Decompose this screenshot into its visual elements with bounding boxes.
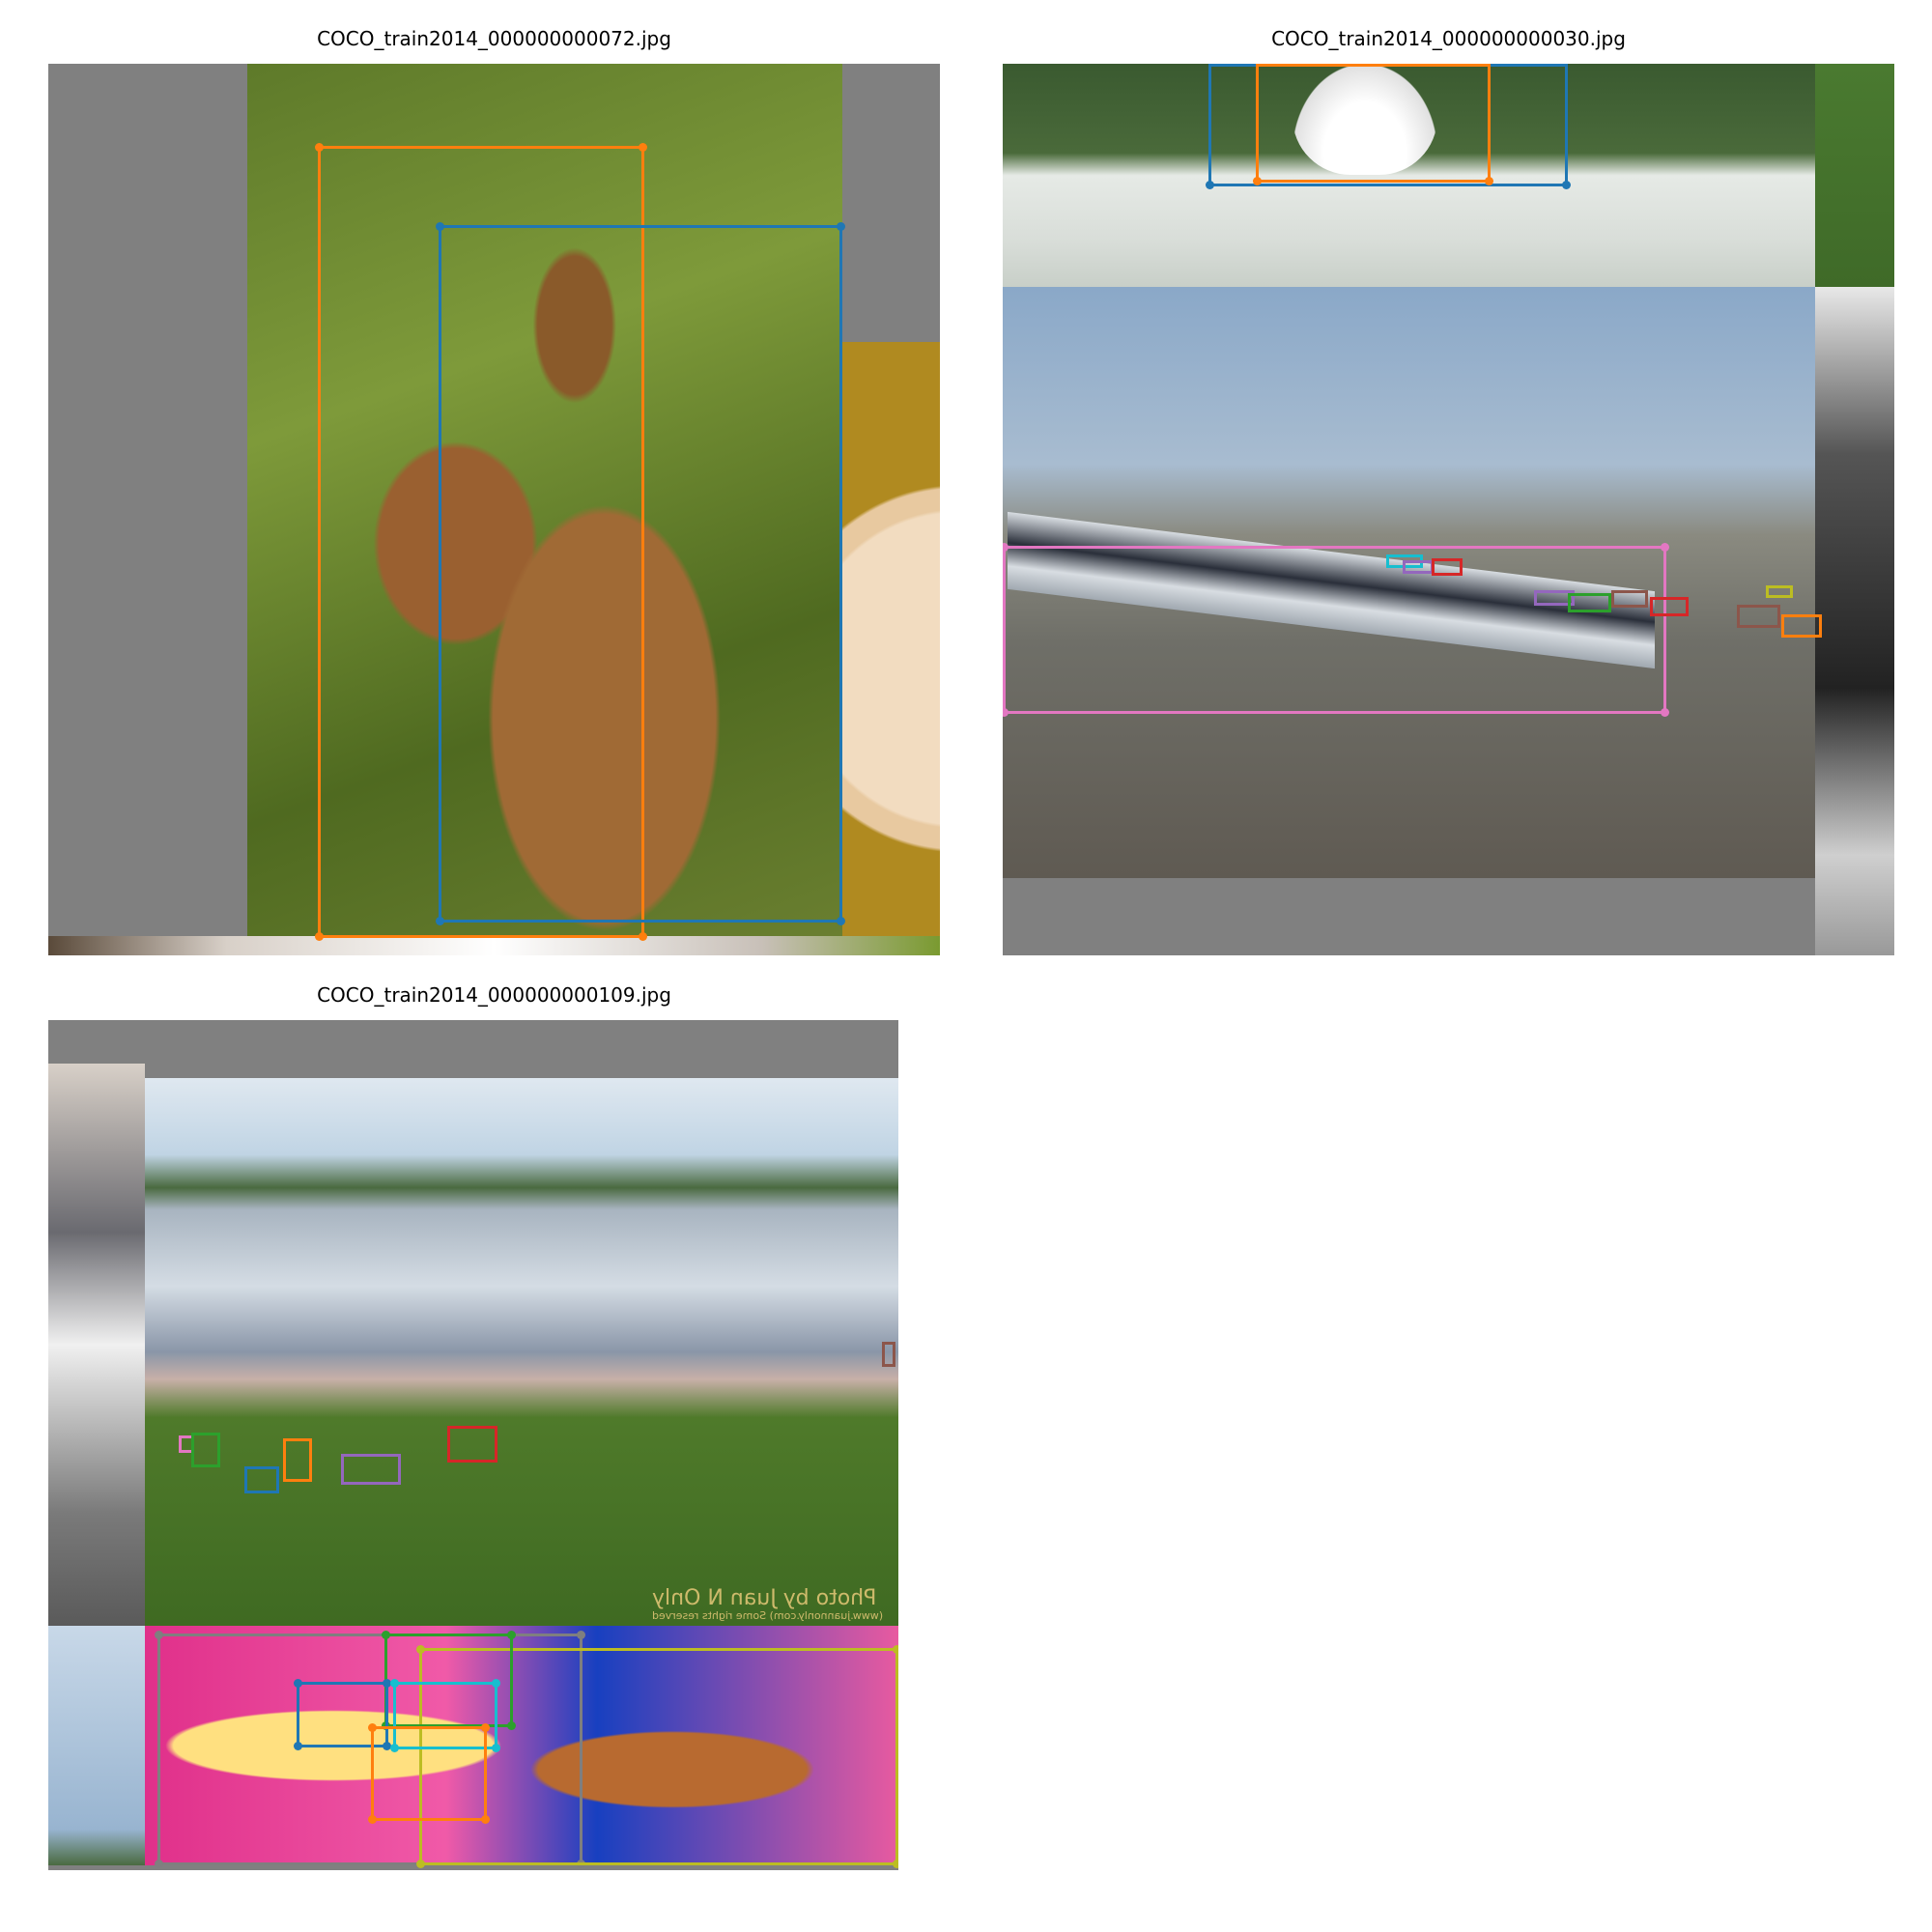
bbox-car-purple-1 <box>1403 560 1434 574</box>
bbox-train-pink <box>1003 543 1669 717</box>
sky-strip <box>48 1626 145 1865</box>
bbox-car-brown-2 <box>1737 605 1780 628</box>
bbox-car-green <box>1568 593 1611 612</box>
bottom-strip <box>48 936 940 955</box>
watermark-line1: Photo by Juan N Only <box>652 1586 877 1610</box>
panel-1-image <box>48 64 940 955</box>
bbox-car-orange <box>1781 614 1822 638</box>
watermark-line2: (www.juannonly.com) Some rights reserved <box>652 1609 884 1622</box>
bbox-car-red-2 <box>1650 597 1689 616</box>
bbox-car-red-1 <box>1432 558 1463 576</box>
panel-1-title: COCO_train2014_000000000072.jpg <box>317 27 671 50</box>
panel-3-image: Photo by Juan N Only (www.juannonly.com)… <box>48 1020 898 1870</box>
bbox-red-bench <box>447 1426 497 1463</box>
bw-trees <box>1815 287 1894 955</box>
panel-2-image <box>1003 64 1894 955</box>
bbox-car-brown <box>1611 590 1648 608</box>
bbox-purple-bench <box>341 1454 401 1485</box>
river-photo <box>145 1078 898 1626</box>
bbox-giraffe-blue <box>436 222 845 925</box>
panel-2-title: COCO_train2014_000000000030.jpg <box>1271 27 1626 50</box>
bbox-car-olive <box>1766 585 1793 598</box>
grass-strip <box>1815 64 1894 287</box>
bbox-orange-person <box>283 1438 312 1482</box>
building-strip <box>48 1064 145 1626</box>
bbox-orange-fruit <box>368 1723 490 1824</box>
bbox-vase-orange <box>1253 64 1493 185</box>
bbox-blue-dog <box>244 1466 279 1493</box>
side-photo <box>842 342 940 936</box>
bbox-brown-item <box>882 1342 895 1367</box>
panel-3-title: COCO_train2014_000000000109.jpg <box>317 983 671 1007</box>
bbox-green-person <box>191 1433 220 1467</box>
